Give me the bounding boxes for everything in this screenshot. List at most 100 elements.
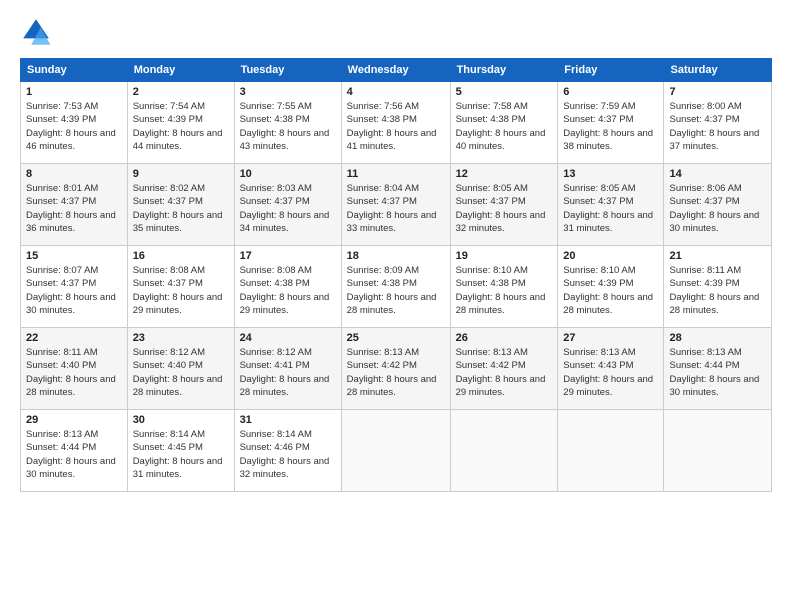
sunrise: Sunrise: 8:13 AM xyxy=(563,347,635,358)
day-number: 12 xyxy=(456,168,553,180)
sunrise: Sunrise: 8:12 AM xyxy=(133,347,205,358)
day-detail: Sunrise: 8:14 AM Sunset: 4:45 PM Dayligh… xyxy=(133,428,229,481)
day-detail: Sunrise: 7:55 AM Sunset: 4:38 PM Dayligh… xyxy=(240,100,336,153)
daylight: Daylight: 8 hours and 28 minutes. xyxy=(26,374,116,398)
daylight: Daylight: 8 hours and 30 minutes. xyxy=(669,374,759,398)
day-detail: Sunrise: 8:11 AM Sunset: 4:39 PM Dayligh… xyxy=(669,264,766,317)
sunset: Sunset: 4:42 PM xyxy=(347,360,417,371)
day-number: 18 xyxy=(347,250,445,262)
sunset: Sunset: 4:39 PM xyxy=(26,114,96,125)
calendar-cell: 25 Sunrise: 8:13 AM Sunset: 4:42 PM Dayl… xyxy=(341,328,450,410)
sunset: Sunset: 4:44 PM xyxy=(26,442,96,453)
calendar-cell: 3 Sunrise: 7:55 AM Sunset: 4:38 PM Dayli… xyxy=(234,82,341,164)
day-number: 16 xyxy=(133,250,229,262)
logo-icon xyxy=(20,16,52,48)
logo xyxy=(20,16,56,48)
day-detail: Sunrise: 7:53 AM Sunset: 4:39 PM Dayligh… xyxy=(26,100,122,153)
calendar-cell: 24 Sunrise: 8:12 AM Sunset: 4:41 PM Dayl… xyxy=(234,328,341,410)
sunset: Sunset: 4:46 PM xyxy=(240,442,310,453)
sunset: Sunset: 4:40 PM xyxy=(26,360,96,371)
calendar-cell: 7 Sunrise: 8:00 AM Sunset: 4:37 PM Dayli… xyxy=(664,82,772,164)
day-detail: Sunrise: 8:07 AM Sunset: 4:37 PM Dayligh… xyxy=(26,264,122,317)
calendar-cell: 21 Sunrise: 8:11 AM Sunset: 4:39 PM Dayl… xyxy=(664,246,772,328)
sunrise: Sunrise: 8:10 AM xyxy=(563,265,635,276)
sunrise: Sunrise: 8:14 AM xyxy=(133,429,205,440)
header xyxy=(20,16,772,48)
day-number: 28 xyxy=(669,332,766,344)
sunset: Sunset: 4:37 PM xyxy=(133,196,203,207)
sunset: Sunset: 4:37 PM xyxy=(669,114,739,125)
calendar-cell: 2 Sunrise: 7:54 AM Sunset: 4:39 PM Dayli… xyxy=(127,82,234,164)
weekday-monday: Monday xyxy=(127,59,234,82)
daylight: Daylight: 8 hours and 28 minutes. xyxy=(563,292,653,316)
daylight: Daylight: 8 hours and 31 minutes. xyxy=(133,456,223,480)
daylight: Daylight: 8 hours and 31 minutes. xyxy=(563,210,653,234)
sunset: Sunset: 4:38 PM xyxy=(347,278,417,289)
sunset: Sunset: 4:37 PM xyxy=(26,278,96,289)
day-number: 1 xyxy=(26,86,122,98)
daylight: Daylight: 8 hours and 28 minutes. xyxy=(456,292,546,316)
daylight: Daylight: 8 hours and 37 minutes. xyxy=(669,128,759,152)
day-detail: Sunrise: 8:13 AM Sunset: 4:42 PM Dayligh… xyxy=(456,346,553,399)
daylight: Daylight: 8 hours and 29 minutes. xyxy=(563,374,653,398)
day-number: 2 xyxy=(133,86,229,98)
calendar-cell xyxy=(558,410,664,492)
day-detail: Sunrise: 8:13 AM Sunset: 4:42 PM Dayligh… xyxy=(347,346,445,399)
daylight: Daylight: 8 hours and 30 minutes. xyxy=(26,456,116,480)
day-number: 15 xyxy=(26,250,122,262)
calendar-cell: 4 Sunrise: 7:56 AM Sunset: 4:38 PM Dayli… xyxy=(341,82,450,164)
day-number: 19 xyxy=(456,250,553,262)
sunrise: Sunrise: 7:53 AM xyxy=(26,101,98,112)
day-detail: Sunrise: 7:58 AM Sunset: 4:38 PM Dayligh… xyxy=(456,100,553,153)
sunrise: Sunrise: 8:13 AM xyxy=(669,347,741,358)
daylight: Daylight: 8 hours and 43 minutes. xyxy=(240,128,330,152)
day-detail: Sunrise: 8:06 AM Sunset: 4:37 PM Dayligh… xyxy=(669,182,766,235)
day-detail: Sunrise: 8:12 AM Sunset: 4:41 PM Dayligh… xyxy=(240,346,336,399)
page: SundayMondayTuesdayWednesdayThursdayFrid… xyxy=(0,0,792,612)
day-detail: Sunrise: 8:11 AM Sunset: 4:40 PM Dayligh… xyxy=(26,346,122,399)
sunrise: Sunrise: 8:03 AM xyxy=(240,183,312,194)
daylight: Daylight: 8 hours and 34 minutes. xyxy=(240,210,330,234)
sunrise: Sunrise: 8:13 AM xyxy=(456,347,528,358)
daylight: Daylight: 8 hours and 28 minutes. xyxy=(347,292,437,316)
sunset: Sunset: 4:41 PM xyxy=(240,360,310,371)
calendar-cell: 18 Sunrise: 8:09 AM Sunset: 4:38 PM Dayl… xyxy=(341,246,450,328)
daylight: Daylight: 8 hours and 33 minutes. xyxy=(347,210,437,234)
day-detail: Sunrise: 8:09 AM Sunset: 4:38 PM Dayligh… xyxy=(347,264,445,317)
day-detail: Sunrise: 7:59 AM Sunset: 4:37 PM Dayligh… xyxy=(563,100,658,153)
calendar-cell: 31 Sunrise: 8:14 AM Sunset: 4:46 PM Dayl… xyxy=(234,410,341,492)
day-detail: Sunrise: 8:13 AM Sunset: 4:43 PM Dayligh… xyxy=(563,346,658,399)
day-number: 5 xyxy=(456,86,553,98)
day-detail: Sunrise: 8:05 AM Sunset: 4:37 PM Dayligh… xyxy=(456,182,553,235)
day-detail: Sunrise: 8:04 AM Sunset: 4:37 PM Dayligh… xyxy=(347,182,445,235)
daylight: Daylight: 8 hours and 28 minutes. xyxy=(240,374,330,398)
day-number: 9 xyxy=(133,168,229,180)
calendar-cell: 6 Sunrise: 7:59 AM Sunset: 4:37 PM Dayli… xyxy=(558,82,664,164)
daylight: Daylight: 8 hours and 40 minutes. xyxy=(456,128,546,152)
daylight: Daylight: 8 hours and 32 minutes. xyxy=(456,210,546,234)
calendar-cell xyxy=(664,410,772,492)
calendar-cell: 1 Sunrise: 7:53 AM Sunset: 4:39 PM Dayli… xyxy=(21,82,128,164)
weekday-sunday: Sunday xyxy=(21,59,128,82)
sunset: Sunset: 4:40 PM xyxy=(133,360,203,371)
sunrise: Sunrise: 8:01 AM xyxy=(26,183,98,194)
day-number: 13 xyxy=(563,168,658,180)
day-detail: Sunrise: 8:10 AM Sunset: 4:38 PM Dayligh… xyxy=(456,264,553,317)
calendar-cell xyxy=(341,410,450,492)
sunrise: Sunrise: 8:13 AM xyxy=(26,429,98,440)
day-number: 22 xyxy=(26,332,122,344)
sunset: Sunset: 4:39 PM xyxy=(563,278,633,289)
day-detail: Sunrise: 8:13 AM Sunset: 4:44 PM Dayligh… xyxy=(26,428,122,481)
sunrise: Sunrise: 8:11 AM xyxy=(26,347,98,358)
sunset: Sunset: 4:38 PM xyxy=(456,114,526,125)
daylight: Daylight: 8 hours and 36 minutes. xyxy=(26,210,116,234)
day-number: 27 xyxy=(563,332,658,344)
sunset: Sunset: 4:37 PM xyxy=(240,196,310,207)
calendar-cell: 9 Sunrise: 8:02 AM Sunset: 4:37 PM Dayli… xyxy=(127,164,234,246)
day-detail: Sunrise: 8:10 AM Sunset: 4:39 PM Dayligh… xyxy=(563,264,658,317)
sunrise: Sunrise: 8:05 AM xyxy=(456,183,528,194)
sunset: Sunset: 4:37 PM xyxy=(26,196,96,207)
calendar-cell: 17 Sunrise: 8:08 AM Sunset: 4:38 PM Dayl… xyxy=(234,246,341,328)
weekday-tuesday: Tuesday xyxy=(234,59,341,82)
sunrise: Sunrise: 8:04 AM xyxy=(347,183,419,194)
